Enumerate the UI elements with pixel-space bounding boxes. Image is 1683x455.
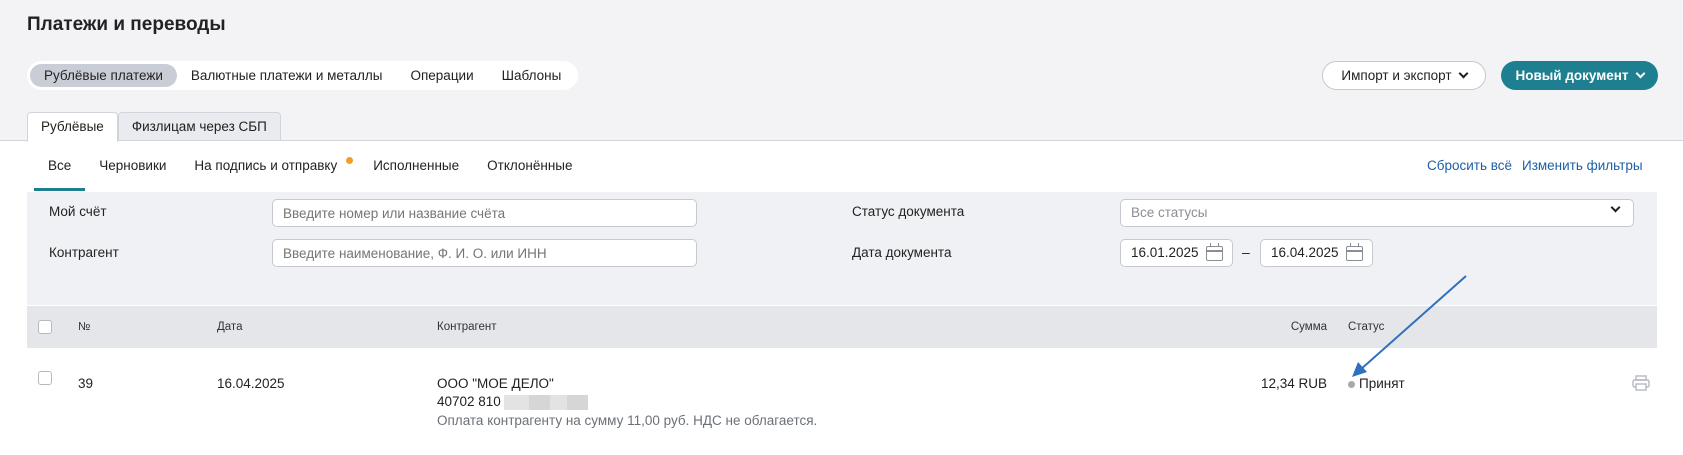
- column-amount: Сумма: [1290, 321, 1327, 333]
- status-tab-to-sign[interactable]: На подпись и отправку: [180, 141, 359, 191]
- counterparty-label: Контрагент: [49, 245, 119, 260]
- row-number: 39: [78, 376, 94, 391]
- row-account-number: 40702 810: [437, 394, 501, 409]
- row-date: 16.04.2025: [217, 376, 285, 391]
- new-document-label: Новый документ: [1515, 68, 1629, 83]
- status-tab-drafts[interactable]: Черновики: [85, 141, 180, 191]
- calendar-icon[interactable]: [1206, 243, 1223, 261]
- calendar-icon[interactable]: [1346, 243, 1363, 261]
- tab-operations[interactable]: Операции: [396, 64, 487, 87]
- status-tab-executed[interactable]: Исполненные: [359, 141, 473, 191]
- status-tab-to-sign-label: На подпись и отправку: [194, 158, 338, 173]
- doc-status-label: Статус документа: [852, 204, 965, 219]
- column-date: Дата: [217, 321, 243, 333]
- chevron-down-icon: [1610, 202, 1621, 213]
- row-counterparty-name: ООО "МОЕ ДЕЛО": [437, 376, 554, 391]
- chevron-down-icon: [1458, 68, 1469, 79]
- top-tabs: Рублёвые платежи Валютные платежи и мета…: [27, 61, 579, 90]
- row-amount: 12,34 RUB: [1260, 376, 1327, 391]
- status-dot-icon: [1348, 380, 1355, 388]
- column-number: №: [78, 321, 91, 333]
- printer-icon[interactable]: [1632, 375, 1650, 391]
- chevron-down-icon: [1635, 68, 1645, 79]
- status-tabs: Все Черновики На подпись и отправку Испо…: [34, 141, 587, 191]
- import-export-button[interactable]: Импорт и экспорт: [1322, 61, 1486, 90]
- status-tab-all[interactable]: Все: [34, 141, 86, 191]
- tab-currency-payments[interactable]: Валютные платежи и металлы: [177, 64, 397, 87]
- doc-status-value: Все статусы: [1131, 205, 1208, 220]
- my-account-label: Мой счёт: [49, 204, 107, 219]
- sub-tabs: Рублёвые Физлицам через СБП: [27, 112, 281, 142]
- row-status-label: Принят: [1359, 376, 1405, 391]
- doc-status-select[interactable]: Все статусы: [1120, 199, 1634, 227]
- date-to-value: 16.04.2025: [1271, 245, 1339, 260]
- row-checkbox[interactable]: [38, 371, 52, 385]
- subtab-rub[interactable]: Рублёвые: [27, 112, 118, 142]
- import-export-label: Импорт и экспорт: [1341, 68, 1452, 83]
- row-purpose: Оплата контрагенту на сумму 11,00 руб. Н…: [437, 413, 818, 428]
- new-document-button[interactable]: Новый документ: [1501, 61, 1658, 90]
- table-row[interactable]: 39 16.04.2025 ООО "МОЕ ДЕЛО" 40702 810 О…: [27, 348, 1657, 455]
- my-account-input[interactable]: [272, 199, 697, 227]
- column-counterparty: Контрагент: [437, 321, 497, 333]
- date-from-value: 16.01.2025: [1131, 245, 1199, 260]
- counterparty-input[interactable]: [272, 239, 697, 267]
- date-from-input[interactable]: 16.01.2025: [1120, 239, 1233, 267]
- notification-badge: [346, 157, 354, 164]
- table-header: № Дата Контрагент Сумма Статус: [27, 306, 1657, 348]
- tab-rub-payments[interactable]: Рублёвые платежи: [30, 64, 177, 87]
- column-status: Статус: [1348, 321, 1385, 333]
- page-title: Платежи и переводы: [27, 14, 226, 35]
- change-filters-link[interactable]: Изменить фильтры: [1522, 141, 1643, 191]
- date-to-input[interactable]: 16.04.2025: [1260, 239, 1373, 267]
- content-panel: Все Черновики На подпись и отправку Испо…: [0, 140, 1683, 455]
- subtab-sbp[interactable]: Физлицам через СБП: [117, 112, 281, 141]
- date-separator: –: [1242, 244, 1250, 260]
- status-tab-rejected[interactable]: Отклонённые: [473, 141, 586, 191]
- filters-panel: Мой счёт Контрагент Статус документа Все…: [27, 192, 1657, 305]
- reset-all-link[interactable]: Сбросить всё: [1427, 141, 1512, 191]
- tab-templates[interactable]: Шаблоны: [488, 64, 576, 87]
- masked-account-digits: [503, 394, 588, 410]
- select-all-checkbox[interactable]: [38, 320, 52, 334]
- row-account: 40702 810: [437, 394, 588, 410]
- doc-date-label: Дата документа: [852, 245, 952, 260]
- row-status: Принят: [1348, 376, 1405, 391]
